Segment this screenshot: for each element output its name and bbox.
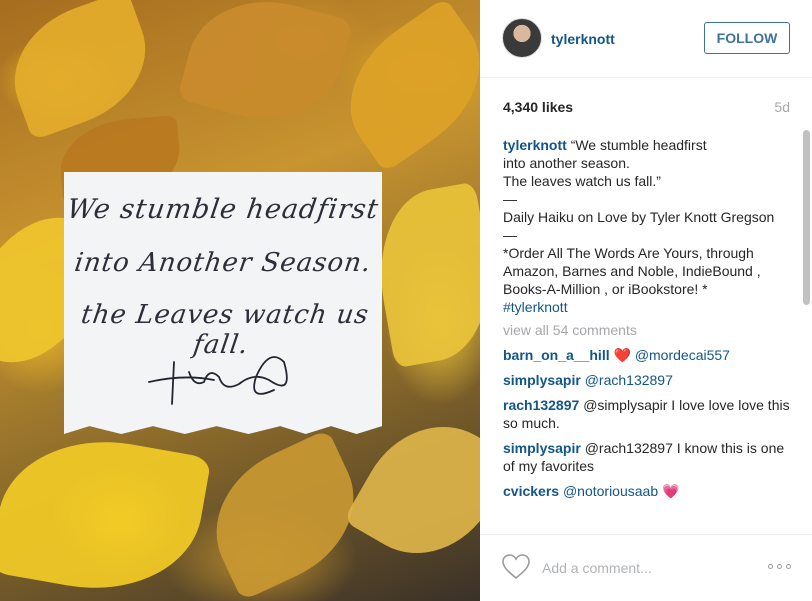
leaf-decoration [0,423,212,601]
comment-item: barn_on_a__hill ❤️ @mordecai557 [503,346,799,364]
dot-icon [786,564,791,569]
caption-text: “We stumble headfirst into another seaso… [503,137,775,297]
heart-emoji-icon: ❤️ [613,347,631,363]
post-footer [480,534,812,601]
leaf-decoration [366,181,480,369]
post-sidebar: tylerknott FOLLOW 4,340 likes 5d tylerkn… [480,0,812,601]
comment-username[interactable]: barn_on_a__hill [503,347,610,363]
caption: tylerknott “We stumble headfirst into an… [503,136,799,316]
comment-item: cvickers @notoriousaab 💗 [503,482,799,500]
signature-icon [148,356,288,405]
add-comment-input[interactable] [542,557,742,579]
comments-section: tylerknott “We stumble headfirst into an… [503,136,799,526]
avatar[interactable] [502,18,542,58]
note-line: We stumble headfirst [65,194,381,225]
post-photo[interactable]: We stumble headfirst into Another Season… [0,0,480,601]
comment-item: simplysapir @rach132897 I know this is o… [503,439,799,475]
comment-text[interactable]: @mordecai557 [635,347,730,363]
comment-text[interactable]: @notoriousaab [563,483,658,499]
comments-scrollbar[interactable] [803,130,810,305]
username-link[interactable]: tylerknott [551,31,615,47]
more-options-icon[interactable] [768,564,792,572]
comment-text[interactable]: @rach132897 [585,372,673,388]
comment-item: rach132897 @simplysapir I love love love… [503,396,799,432]
heart-outline-icon[interactable] [502,554,530,580]
likes-count[interactable]: 4,340 likes [503,99,573,115]
caption-username[interactable]: tylerknott [503,137,567,153]
hashtag-link[interactable]: #tylerknott [503,299,568,315]
comment-item: simplysapir @rach132897 [503,371,799,389]
dot-icon [777,564,782,569]
post-header: tylerknott FOLLOW [480,0,812,78]
follow-button[interactable]: FOLLOW [704,22,790,54]
comment-username[interactable]: rach132897 [503,397,579,413]
handwritten-note: We stumble headfirst into Another Season… [64,172,382,434]
view-all-comments-link[interactable]: view all 54 comments [503,321,799,339]
comment-username[interactable]: simplysapir [503,372,581,388]
dot-icon [768,564,773,569]
leaf-decoration [177,0,353,138]
comment-username[interactable]: cvickers [503,483,559,499]
sparkling-heart-emoji-icon: 💗 [662,483,680,499]
post-age[interactable]: 5d [774,99,790,115]
comment-username[interactable]: simplysapir [503,440,581,456]
note-line: into Another Season. [72,248,374,278]
